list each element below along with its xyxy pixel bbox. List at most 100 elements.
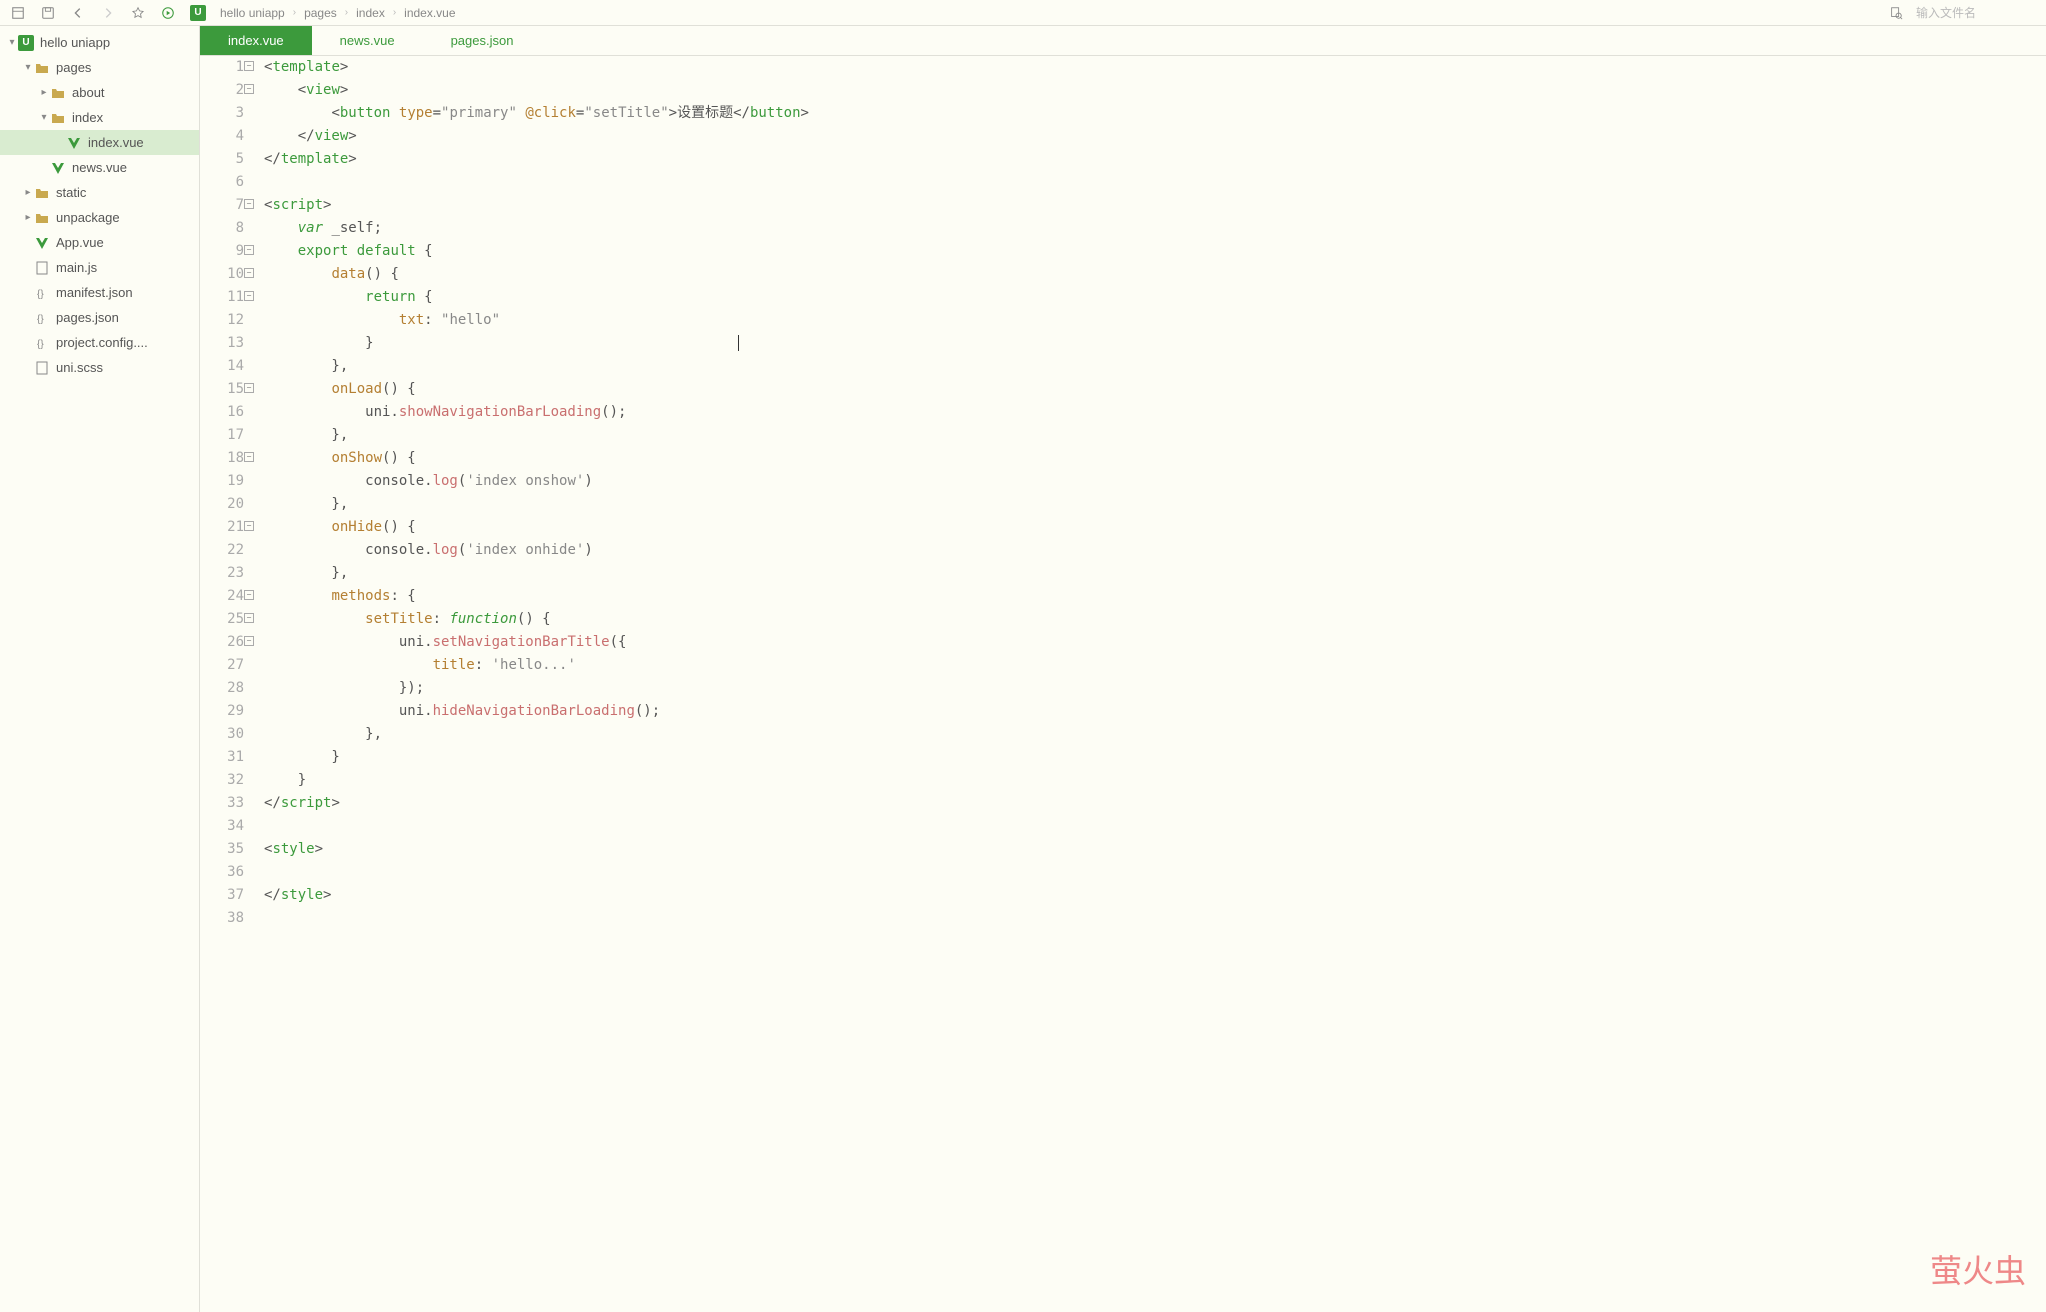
code-line[interactable]: return { [264, 286, 2046, 309]
tree-item-manifest-json[interactable]: {}manifest.json [0, 280, 199, 305]
code-line[interactable]: onLoad() { [264, 378, 2046, 401]
star-icon[interactable] [130, 5, 146, 21]
breadcrumb-segment[interactable]: pages [304, 6, 337, 20]
tree-item-project-config----[interactable]: {}project.config.... [0, 330, 199, 355]
code-line[interactable] [264, 861, 2046, 884]
fold-marker-icon[interactable]: − [244, 61, 254, 71]
tree-item-index-vue[interactable]: index.vue [0, 130, 199, 155]
tree-item-news-vue[interactable]: news.vue [0, 155, 199, 180]
code-line[interactable]: onHide() { [264, 516, 2046, 539]
code-line[interactable]: } [264, 746, 2046, 769]
code-line[interactable]: }, [264, 355, 2046, 378]
line-number: 5 [200, 148, 244, 171]
breadcrumb-segment[interactable]: index [356, 6, 385, 20]
line-number: 15− [200, 378, 244, 401]
code-line[interactable]: setTitle: function() { [264, 608, 2046, 631]
vue-icon [34, 235, 50, 251]
chevron-icon[interactable]: ▸ [22, 187, 34, 198]
menu-icon[interactable] [10, 5, 26, 21]
fold-marker-icon[interactable]: − [244, 199, 254, 209]
code-line[interactable]: methods: { [264, 585, 2046, 608]
folder-icon [34, 210, 50, 226]
fold-marker-icon[interactable]: − [244, 613, 254, 623]
svg-text:{}: {} [37, 314, 44, 325]
tab-news-vue[interactable]: news.vue [312, 26, 423, 55]
code-line[interactable]: console.log('index onhide') [264, 539, 2046, 562]
tab-pages-json[interactable]: pages.json [423, 26, 542, 55]
chevron-icon[interactable]: ▸ [38, 87, 50, 98]
code-line[interactable]: }); [264, 677, 2046, 700]
tree-item-pages-json[interactable]: {}pages.json [0, 305, 199, 330]
tree-item-main-js[interactable]: main.js [0, 255, 199, 280]
chevron-icon[interactable]: ▾ [38, 112, 50, 123]
run-icon[interactable] [160, 5, 176, 21]
tree-item-about[interactable]: ▸ about [0, 80, 199, 105]
forward-icon[interactable] [100, 5, 116, 21]
tree-item-index[interactable]: ▾index [0, 105, 199, 130]
code-line[interactable] [264, 815, 2046, 838]
line-number: 25− [200, 608, 244, 631]
fold-marker-icon[interactable]: − [244, 268, 254, 278]
fold-marker-icon[interactable]: − [244, 84, 254, 94]
chevron-icon[interactable]: ▸ [22, 212, 34, 223]
code-line[interactable]: </view> [264, 125, 2046, 148]
file-search-input[interactable] [1916, 6, 2036, 20]
tree-item-static[interactable]: ▸static [0, 180, 199, 205]
fold-marker-icon[interactable]: − [244, 452, 254, 462]
code-line[interactable]: var _self; [264, 217, 2046, 240]
code-line[interactable]: uni.showNavigationBarLoading(); [264, 401, 2046, 424]
file-tree[interactable]: ▾ U hello uniapp ▾pages ▸ about ▾indexindex… [0, 26, 200, 1312]
back-icon[interactable] [70, 5, 86, 21]
fold-marker-icon[interactable]: − [244, 383, 254, 393]
code-line[interactable]: console.log('index onshow') [264, 470, 2046, 493]
file-search-icon[interactable] [1888, 5, 1904, 21]
code-line[interactable]: <script> [264, 194, 2046, 217]
code-line[interactable]: <button type="primary" @click="setTitle"… [264, 102, 2046, 125]
code-line[interactable]: </style> [264, 884, 2046, 907]
json-icon: {} [34, 335, 50, 351]
fold-marker-icon[interactable]: − [244, 590, 254, 600]
code-line[interactable]: uni.hideNavigationBarLoading(); [264, 700, 2046, 723]
code-line[interactable]: onShow() { [264, 447, 2046, 470]
line-number: 21− [200, 516, 244, 539]
code-line[interactable]: }, [264, 493, 2046, 516]
code-line[interactable]: data() { [264, 263, 2046, 286]
line-number: 12 [200, 309, 244, 332]
code-line[interactable]: txt: "hello" [264, 309, 2046, 332]
tree-item-uni-scss[interactable]: uni.scss [0, 355, 199, 380]
code-line[interactable] [264, 171, 2046, 194]
code-line[interactable]: }, [264, 723, 2046, 746]
tree-root[interactable]: ▾ U hello uniapp [0, 30, 199, 55]
tree-item-unpackage[interactable]: ▸unpackage [0, 205, 199, 230]
code-line[interactable]: export default { [264, 240, 2046, 263]
code-line[interactable]: <view> [264, 79, 2046, 102]
chevron-down-icon[interactable]: ▾ [6, 37, 18, 48]
chevron-right-icon: › [293, 7, 296, 18]
fold-marker-icon[interactable]: − [244, 291, 254, 301]
code-line[interactable]: <template> [264, 56, 2046, 79]
fold-marker-icon[interactable]: − [244, 521, 254, 531]
code-line[interactable]: </script> [264, 792, 2046, 815]
code-line[interactable]: <style> [264, 838, 2046, 861]
code-line[interactable]: </template> [264, 148, 2046, 171]
code-editor[interactable]: 1−2−34567−89−10−11−12131415−161718−19202… [200, 56, 2046, 1312]
save-icon[interactable] [40, 5, 56, 21]
chevron-icon[interactable]: ▾ [22, 62, 34, 73]
tree-label: about [72, 85, 105, 100]
tab-index-vue[interactable]: index.vue [200, 26, 312, 55]
chevron-right-icon: › [393, 7, 396, 18]
code-lines[interactable]: <template> <view> <button type="primary"… [250, 56, 2046, 1312]
code-line[interactable]: }, [264, 424, 2046, 447]
code-line[interactable]: uni.setNavigationBarTitle({ [264, 631, 2046, 654]
code-line[interactable]: } [264, 332, 2046, 355]
breadcrumb-project[interactable]: hello uniapp [220, 6, 285, 20]
tree-item-pages[interactable]: ▾pages [0, 55, 199, 80]
fold-marker-icon[interactable]: − [244, 245, 254, 255]
code-line[interactable]: } [264, 769, 2046, 792]
tree-item-app-vue[interactable]: App.vue [0, 230, 199, 255]
code-line[interactable]: }, [264, 562, 2046, 585]
fold-marker-icon[interactable]: − [244, 636, 254, 646]
code-line[interactable]: title: 'hello...' [264, 654, 2046, 677]
breadcrumb-segment[interactable]: index.vue [404, 6, 455, 20]
code-line[interactable] [264, 907, 2046, 930]
